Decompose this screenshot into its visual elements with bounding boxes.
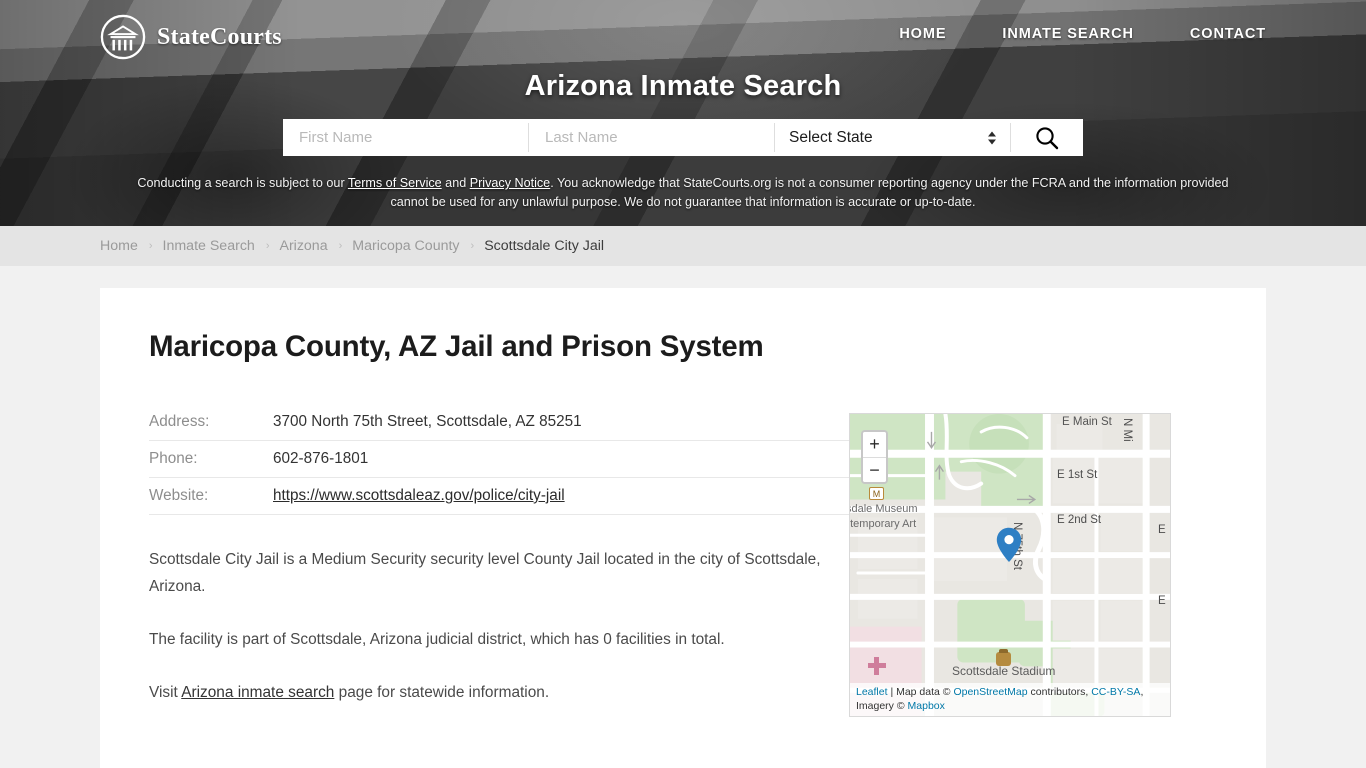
site-header: StateCourts HOME INMATE SEARCH CONTACT A… (0, 0, 1366, 226)
map-column: + − M sdale Museum ntemporary Art E Main… (849, 410, 1171, 717)
facility-location-map[interactable]: + − M sdale Museum ntemporary Art E Main… (849, 413, 1171, 717)
map-label-museum-line2: ntemporary Art (849, 518, 917, 530)
privacy-notice-link[interactable]: Privacy Notice (470, 176, 550, 190)
inmate-search-bar: Select State (283, 119, 1083, 156)
info-label-phone: Phone: (149, 440, 273, 478)
breadcrumb-item-home[interactable]: Home (100, 238, 138, 254)
breadcrumb-separator-icon: › (470, 240, 475, 252)
map-label-edge-2: E (1158, 595, 1166, 607)
disclaimer-part-2: and (441, 176, 470, 190)
statewide-text-after: page for statewide information. (334, 684, 550, 701)
map-label-edge-1: E (1158, 524, 1166, 536)
breadcrumb-separator-icon: › (265, 240, 270, 252)
search-button[interactable] (1011, 119, 1083, 156)
location-marker-icon[interactable] (996, 527, 1022, 563)
content-columns: Address: 3700 North 75th Street, Scottsd… (149, 410, 1217, 717)
statewide-info-paragraph: Visit Arizona inmate search page for sta… (149, 679, 839, 706)
breadcrumb: Home › Inmate Search › Arizona › Maricop… (100, 238, 604, 254)
site-logo[interactable]: StateCourts (100, 14, 282, 60)
leaflet-link[interactable]: Leaflet (856, 686, 888, 698)
info-label-website: Website: (149, 477, 273, 515)
content-card: Maricopa County, AZ Jail and Prison Syst… (100, 288, 1266, 768)
attrib-sep-1: | Map data © (887, 686, 954, 698)
facility-district-paragraph: The facility is part of Scottsdale, Ariz… (149, 631, 725, 648)
info-label-address: Address: (149, 410, 273, 441)
state-select[interactable]: Select State (775, 119, 1010, 156)
nav-item-contact[interactable]: CONTACT (1190, 26, 1266, 42)
facility-details-column: Address: 3700 North 75th Street, Scottsd… (149, 410, 849, 717)
hero-title: Arizona Inmate Search (524, 70, 842, 102)
breadcrumb-item-arizona[interactable]: Arizona (279, 238, 327, 254)
terms-of-service-link[interactable]: Terms of Service (348, 176, 442, 190)
info-value-website: https://www.scottsdaleaz.gov/police/city… (273, 477, 849, 515)
attrib-sep-2: contributors, (1027, 686, 1092, 698)
breadcrumb-separator-icon: › (148, 240, 153, 252)
map-zoom-controls: + − (861, 430, 888, 484)
map-label-n-miller: N Mi (1121, 418, 1133, 442)
breadcrumb-item-current: Scottsdale City Jail (484, 238, 605, 254)
disclaimer-part-1: Conducting a search is subject to our (137, 176, 348, 190)
hospital-poi-icon (868, 657, 886, 675)
nav-item-inmate-search[interactable]: INMATE SEARCH (1002, 26, 1133, 42)
first-name-input[interactable] (283, 119, 528, 156)
arizona-inmate-search-link[interactable]: Arizona inmate search (181, 684, 334, 701)
magnifier-icon (1036, 126, 1059, 149)
map-label-stadium: Scottsdale Stadium (952, 664, 1056, 678)
breadcrumb-separator-icon: › (338, 240, 343, 252)
main-nav: HOME INMATE SEARCH CONTACT (899, 26, 1266, 42)
breadcrumb-bar: Home › Inmate Search › Arizona › Maricop… (0, 226, 1366, 266)
breadcrumb-item-inmate-search[interactable]: Inmate Search (163, 238, 255, 254)
table-row: Website: https://www.scottsdaleaz.gov/po… (149, 477, 849, 515)
map-label-museum-line1: sdale Museum (849, 503, 918, 515)
table-row: Phone: 602-876-1801 (149, 440, 849, 478)
page-area: Maricopa County, AZ Jail and Prison Syst… (0, 266, 1366, 768)
map-label-main-st: E Main St (1062, 416, 1112, 428)
stepper-arrows-icon (988, 131, 996, 144)
info-value-address: 3700 North 75th Street, Scottsdale, AZ 8… (273, 410, 849, 441)
map-attribution: Leaflet | Map data © OpenStreetMap contr… (850, 683, 1170, 716)
map-zoom-in-button[interactable]: + (863, 432, 886, 457)
info-value-phone: 602-876-1801 (273, 440, 849, 478)
map-zoom-out-button[interactable]: − (863, 457, 886, 482)
mapbox-link[interactable]: Mapbox (908, 700, 945, 712)
state-select-value: Select State (789, 128, 873, 146)
last-name-input[interactable] (529, 119, 774, 156)
map-label-second-st: E 2nd St (1057, 514, 1102, 526)
facility-info-table: Address: 3700 North 75th Street, Scottsd… (149, 410, 849, 515)
cc-by-sa-link[interactable]: CC-BY-SA (1091, 686, 1140, 698)
facility-website-link[interactable]: https://www.scottsdaleaz.gov/police/city… (273, 487, 565, 504)
courthouse-circle-icon (100, 14, 146, 60)
nav-item-home[interactable]: HOME (899, 26, 946, 42)
logo-text: StateCourts (157, 23, 282, 50)
table-row: Address: 3700 North 75th Street, Scottsd… (149, 410, 849, 441)
search-disclaimer: Conducting a search is subject to our Te… (133, 174, 1233, 212)
facility-description-paragraph: Scottsdale City Jail is a Medium Securit… (149, 551, 821, 595)
openstreetmap-link[interactable]: OpenStreetMap (953, 686, 1027, 698)
museum-poi-icon: M (869, 487, 884, 500)
map-label-first-st: E 1st St (1057, 469, 1098, 481)
page-title: Maricopa County, AZ Jail and Prison Syst… (149, 330, 764, 363)
statewide-text-before: Visit (149, 684, 182, 701)
breadcrumb-item-maricopa-county[interactable]: Maricopa County (352, 238, 459, 254)
